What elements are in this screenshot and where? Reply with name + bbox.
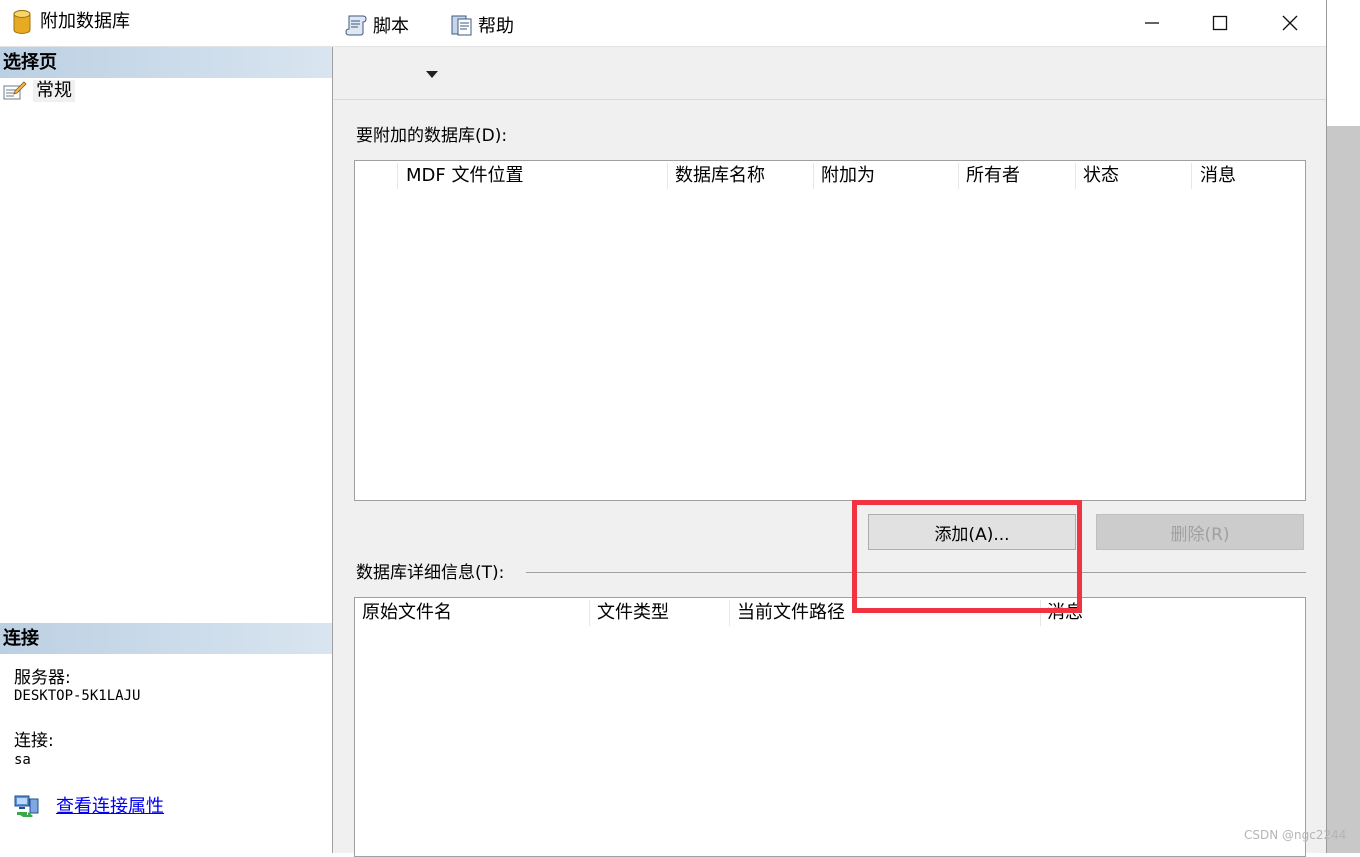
column-header-original-file-name[interactable]: 原始文件名 [362, 598, 452, 628]
connection-value: sa [14, 752, 31, 768]
close-button[interactable] [1256, 0, 1324, 46]
column-separator [667, 163, 668, 189]
minimize-icon [1145, 22, 1159, 24]
column-header-status[interactable]: 状态 [1083, 161, 1119, 191]
delete-button[interactable]: 删除(R) [1096, 514, 1304, 550]
database-details-label: 数据库详细信息(T): [356, 562, 513, 584]
close-icon [1282, 15, 1298, 31]
column-header-owner[interactable]: 所有者 [966, 161, 1020, 191]
column-header-message[interactable]: 消息 [1200, 161, 1236, 191]
column-separator [397, 163, 398, 189]
connection-header: 连接 [0, 623, 332, 654]
view-connection-properties-link[interactable]: 查看连接属性 [56, 792, 164, 818]
connection-properties-icon [14, 795, 39, 817]
select-page-header: 选择页 [0, 47, 332, 78]
script-button[interactable]: 脚本 [345, 12, 409, 38]
column-separator [1191, 163, 1192, 189]
general-page-icon [3, 81, 27, 100]
chevron-down-icon [426, 71, 438, 78]
column-separator [813, 163, 814, 189]
page-item-label: 常规 [33, 80, 75, 102]
database-icon [13, 10, 31, 34]
column-header-file-type[interactable]: 文件类型 [597, 598, 669, 628]
connection-label: 连接: [14, 731, 54, 751]
script-icon [345, 15, 367, 36]
server-value: DESKTOP-5K1LAJU [14, 688, 141, 704]
column-separator [589, 600, 590, 626]
title-bar: 附加数据库 [0, 0, 1326, 47]
help-label: 帮助 [478, 16, 514, 37]
window-title: 附加数据库 [40, 11, 130, 32]
server-label: 服务器: [14, 668, 71, 688]
page-item-general[interactable]: 常规 [3, 80, 75, 102]
background-window-edge [1327, 126, 1360, 853]
highlight-annotation-box [852, 500, 1082, 613]
column-header-mdf-location[interactable]: MDF 文件位置 [406, 161, 523, 191]
databases-to-attach-grid[interactable]: MDF 文件位置 数据库名称 附加为 所有者 状态 消息 [354, 160, 1306, 501]
view-connection-properties[interactable]: 查看连接属性 [14, 792, 164, 818]
column-separator [1075, 163, 1076, 189]
help-button[interactable]: 帮助 [450, 12, 514, 38]
database-details-grid[interactable]: 原始文件名 文件类型 当前文件路径 消息 [354, 597, 1306, 857]
help-icon [451, 15, 472, 36]
column-header-attach-as[interactable]: 附加为 [821, 161, 875, 191]
script-dropdown[interactable] [425, 64, 439, 84]
watermark: CSDN @ngc2244 [1244, 828, 1347, 842]
maximize-icon [1212, 15, 1228, 31]
minimize-button[interactable] [1118, 0, 1186, 46]
toolbar [334, 47, 1326, 100]
column-header-database-name[interactable]: 数据库名称 [675, 161, 765, 191]
databases-to-attach-label: 要附加的数据库(D): [356, 126, 508, 146]
column-header-current-file-path[interactable]: 当前文件路径 [737, 598, 845, 628]
script-label: 脚本 [373, 16, 409, 37]
column-separator [958, 163, 959, 189]
maximize-button[interactable] [1186, 0, 1254, 46]
column-separator [729, 600, 730, 626]
